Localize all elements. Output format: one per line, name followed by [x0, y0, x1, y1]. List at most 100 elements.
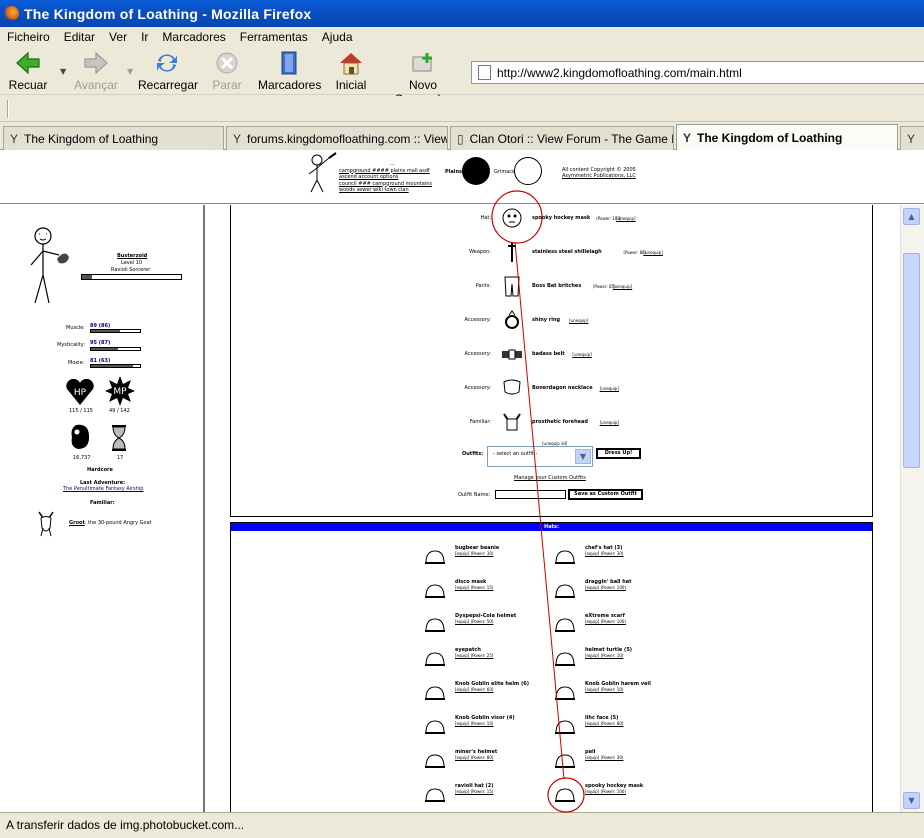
character-avatar[interactable]: [27, 225, 73, 307]
hat-equip-link-left[interactable]: [equip] (Power: 80): [455, 755, 493, 760]
tab-forums[interactable]: Y forums.kingdomofloathing.com :: View..…: [226, 126, 448, 150]
address-text[interactable]: http://www2.kingdomofloathing.com/main.h…: [497, 66, 742, 80]
equipped-item-name[interactable]: stainless steel shillelagh: [532, 249, 602, 255]
equipped-item-name[interactable]: spooky hockey mask: [532, 215, 590, 221]
top-menu-links-2[interactable]: council ### campground mountains woods s…: [339, 181, 445, 194]
menu-go[interactable]: Ir: [134, 30, 155, 44]
hat-equip-link-right[interactable]: [equip] (Power: 10): [585, 653, 623, 658]
hat-item-icon[interactable]: [553, 581, 577, 605]
hat-equip-link-left[interactable]: [equip] (Power: 50): [455, 619, 493, 624]
equipped-item-name[interactable]: Bonerdagon necklace: [532, 385, 593, 391]
unequip-link[interactable]: [unequip]: [569, 318, 588, 323]
hat-item-icon[interactable]: [423, 615, 447, 639]
moon-full-icon[interactable]: [514, 157, 542, 185]
hat-item-icon[interactable]: [553, 717, 577, 741]
save-outfit-button[interactable]: Save as Custom Outfit: [568, 489, 643, 500]
top-menu-links[interactable]: campground #### plains mall asdf ascend …: [339, 168, 445, 181]
ring-icon[interactable]: [500, 308, 524, 332]
unequip-link[interactable]: [unequip]: [600, 420, 619, 425]
menu-file[interactable]: Ficheiro: [0, 30, 57, 44]
character-name[interactable]: Busterzoid: [117, 253, 147, 259]
last-adventure-link[interactable]: The Penultimate Fantasy Airship: [63, 486, 143, 492]
reload-button[interactable]: Recarregar: [138, 51, 198, 92]
back-button[interactable]: Recuar: [8, 51, 48, 92]
equipped-item-name[interactable]: prosthetic forehead: [532, 419, 588, 425]
hat-item-icon[interactable]: [553, 649, 577, 673]
hat-item-icon[interactable]: [423, 649, 447, 673]
forward-dropdown-icon[interactable]: ▼: [127, 67, 133, 76]
scroll-thumb[interactable]: [903, 253, 920, 468]
hat-equip-link-left[interactable]: [equip] (Power: 15): [455, 585, 493, 590]
scroll-up-arrow-icon[interactable]: ▲: [903, 208, 920, 225]
hat-equip-link-right[interactable]: [equip] (Power: 30): [585, 551, 623, 556]
outfit-select[interactable]: - select an outfit - ▼: [487, 446, 593, 467]
familiar-goat-icon[interactable]: [35, 510, 57, 538]
unequip-link[interactable]: [unequip]: [572, 352, 591, 357]
tab-kol-active[interactable]: Y The Kingdom of Loathing: [676, 124, 898, 150]
hat-equip-link-left[interactable]: [equip] (Power: 30): [455, 551, 493, 556]
hat-item-icon[interactable]: [553, 547, 577, 571]
hat-item-icon[interactable]: [553, 683, 577, 707]
hockey-mask-icon[interactable]: [500, 206, 524, 230]
shillelagh-icon[interactable]: [500, 240, 524, 264]
stop-button[interactable]: Parar: [210, 51, 244, 92]
hat-item-icon[interactable]: [423, 785, 447, 809]
unequip-link[interactable]: [unequip]: [600, 386, 619, 391]
home-button[interactable]: Inicial: [334, 51, 368, 92]
equipped-item-name[interactable]: Boss Bat britches: [532, 283, 581, 289]
hat-equip-link-right[interactable]: [equip] (Power: 80): [585, 721, 623, 726]
menu-edit[interactable]: Editar: [57, 30, 102, 44]
hat-item-icon[interactable]: [423, 547, 447, 571]
hat-equip-link-left[interactable]: [equip] (Power: 60): [455, 687, 493, 692]
main-scrollbar[interactable]: ▲ ▼: [900, 205, 924, 812]
unequip-link[interactable]: [unequip]: [616, 216, 635, 221]
forehead-icon[interactable]: [500, 410, 524, 434]
hat-item-icon[interactable]: [423, 717, 447, 741]
belt-icon[interactable]: [500, 342, 524, 366]
hat-equip-link-right[interactable]: [equip] (Power: 100): [585, 585, 626, 590]
bookmarks-button[interactable]: Marcadores: [258, 51, 321, 92]
hat-equip-link-right[interactable]: [equip] (Power: 10): [585, 687, 623, 692]
scroll-down-arrow-icon[interactable]: ▼: [903, 792, 920, 809]
menu-view[interactable]: Ver: [102, 30, 134, 44]
unequip-link[interactable]: [unequip]: [613, 284, 632, 289]
hat-item-icon[interactable]: [553, 785, 577, 809]
familiar-name-link[interactable]: Groot: [69, 520, 85, 526]
hat-item-icon[interactable]: [553, 615, 577, 639]
equipped-item-name[interactable]: shiny ring: [532, 317, 560, 323]
hat-equip-link-left[interactable]: [equip] (Power: 15): [455, 789, 493, 794]
hat-item-icon[interactable]: [423, 683, 447, 707]
britches-icon[interactable]: [500, 274, 524, 298]
hat-equip-link-left[interactable]: [equip] (Power: 25): [455, 653, 493, 658]
hat-equip-link-right[interactable]: [equip] (Power: 100): [585, 619, 626, 624]
menu-tools[interactable]: Ferramentas: [233, 30, 315, 44]
mp-star-icon[interactable]: MP: [104, 375, 136, 407]
hat-item-icon[interactable]: [423, 581, 447, 605]
moon-dark-icon[interactable]: [462, 157, 490, 185]
reload-icon: [157, 54, 177, 72]
menu-bookmarks[interactable]: Marcadores: [155, 30, 232, 44]
tab-kol-1[interactable]: Y The Kingdom of Loathing: [3, 126, 224, 150]
hat-equip-link-right[interactable]: [equip] (Power: 30): [585, 755, 623, 760]
outfit-name-input[interactable]: [495, 490, 566, 499]
equipped-item-name[interactable]: badass belt: [532, 351, 565, 357]
unequip-link[interactable]: [unequip]: [643, 250, 662, 255]
manage-outfits-link[interactable]: Manage your Custom Outfits: [514, 475, 586, 481]
tab-clan-otori[interactable]: ▯ Clan Otori :: View Forum - The Game B.…: [450, 126, 674, 150]
forward-button[interactable]: Avançar: [74, 51, 118, 92]
hat-item-icon[interactable]: [553, 751, 577, 775]
back-dropdown-icon[interactable]: ▼: [60, 67, 66, 76]
chevron-down-icon[interactable]: ▼: [575, 449, 591, 464]
toolbar-grip[interactable]: [7, 100, 9, 118]
hat-equip-link-left[interactable]: [equip] (Power: 10): [455, 721, 493, 726]
hat-equip-link-right[interactable]: [equip] (Power: 100): [585, 789, 626, 794]
hat-item-icon[interactable]: [423, 751, 447, 775]
main-pane: Hat: spooky hockey mask (Power: 100) [unequ…: [207, 205, 900, 812]
mp-icon-label: MP: [113, 387, 127, 397]
menu-help[interactable]: Ajuda: [315, 30, 360, 44]
tab-overflow[interactable]: Y: [900, 126, 924, 150]
necklace-icon[interactable]: [500, 376, 524, 400]
hp-heart-icon[interactable]: HP: [65, 377, 95, 407]
dress-up-button[interactable]: Dress Up!: [596, 448, 641, 459]
address-bar[interactable]: http://www2.kingdomofloathing.com/main.h…: [471, 61, 924, 84]
